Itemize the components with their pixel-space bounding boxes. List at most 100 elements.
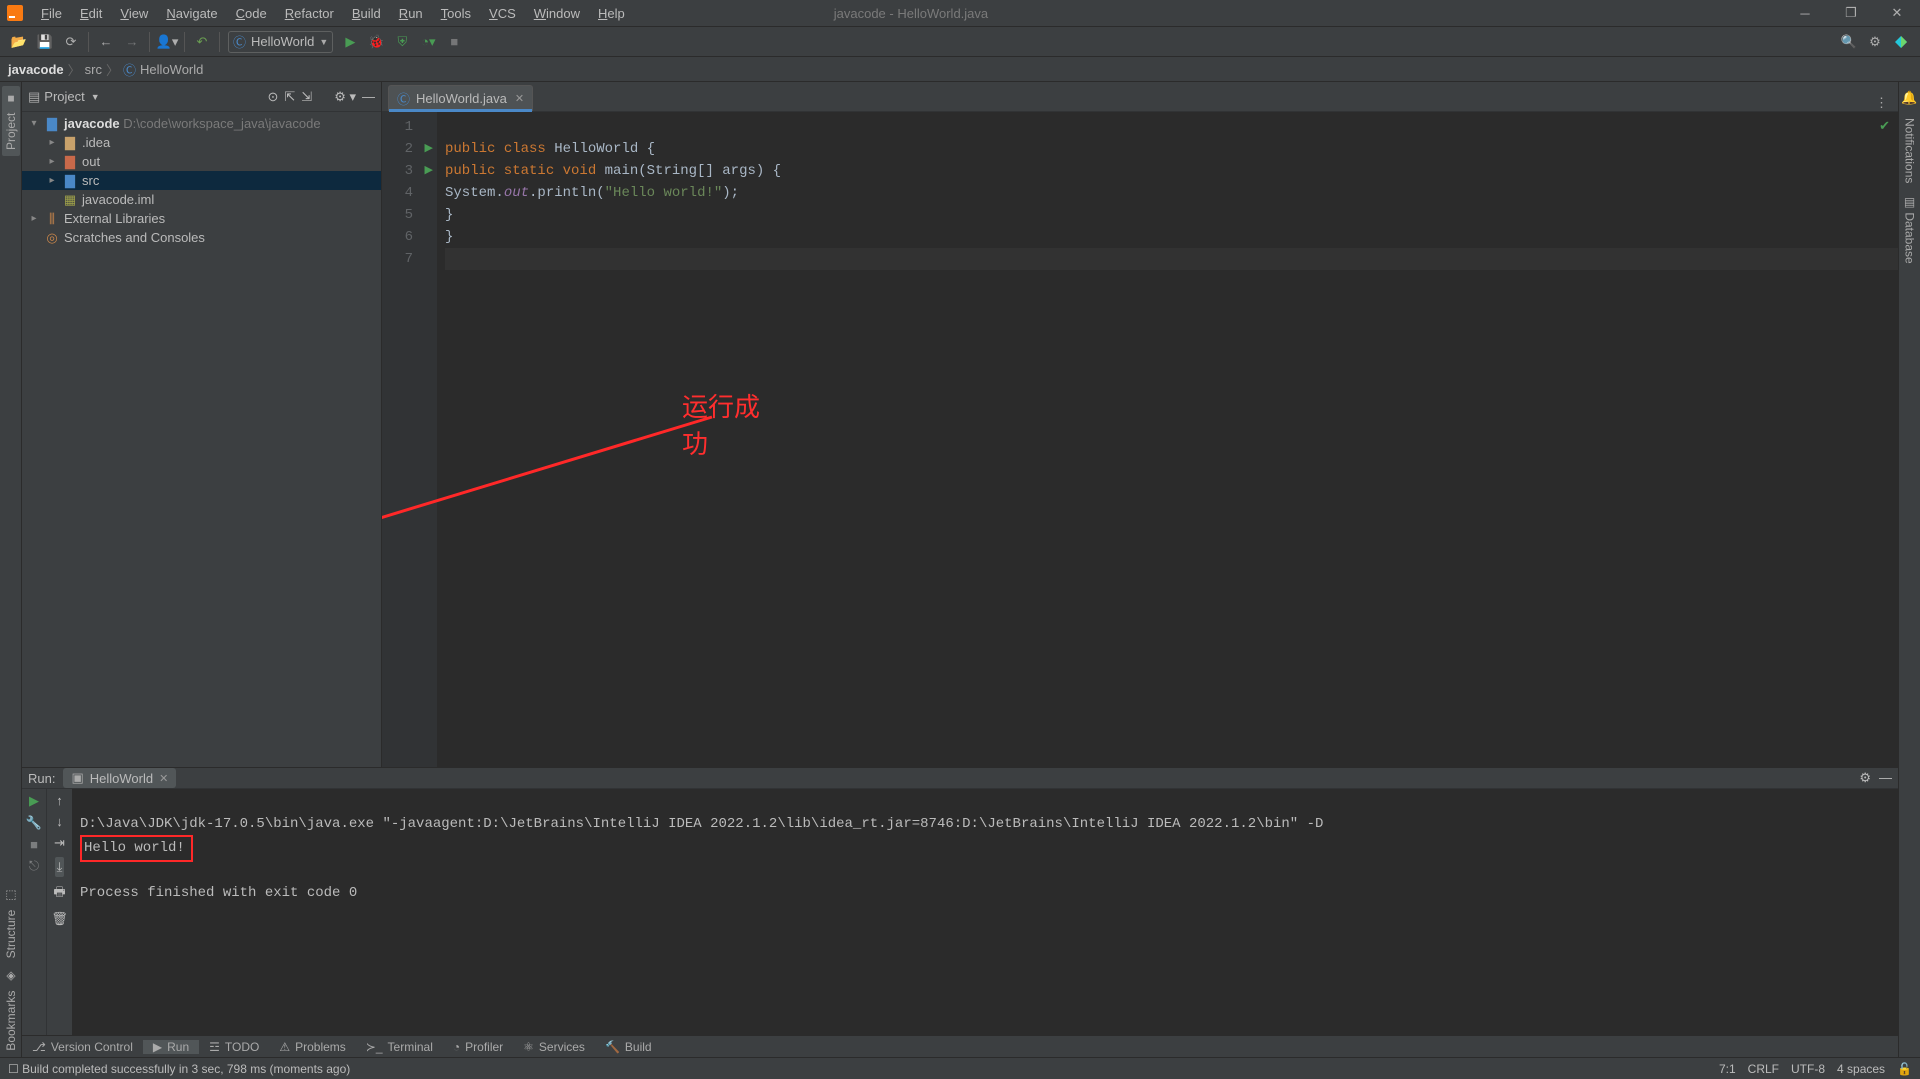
menu-vcs[interactable]: VCS bbox=[480, 3, 525, 24]
refresh-icon[interactable]: ⟳ bbox=[59, 30, 83, 54]
stop-icon[interactable]: ■ bbox=[442, 30, 466, 54]
open-icon[interactable]: 📂 bbox=[7, 30, 31, 54]
undo-icon[interactable]: ↶ bbox=[190, 30, 214, 54]
menu-edit[interactable]: Edit bbox=[71, 3, 111, 24]
editor-gutter[interactable]: 1▶2▶34567 bbox=[382, 112, 437, 767]
menu-help[interactable]: Help bbox=[589, 3, 634, 24]
menu-tools[interactable]: Tools bbox=[432, 3, 480, 24]
soft-wrap-icon[interactable]: ⇥ bbox=[54, 835, 65, 851]
menu-run[interactable]: Run bbox=[390, 3, 432, 24]
build-status-icon: ☐ bbox=[8, 1062, 19, 1076]
menu-view[interactable]: View bbox=[111, 3, 157, 24]
expand-all-icon[interactable]: ⇱ bbox=[284, 89, 295, 105]
search-icon[interactable]: 🔍 bbox=[1837, 30, 1861, 54]
branch-icon: ⎇ bbox=[32, 1040, 46, 1054]
down-icon[interactable]: ↓ bbox=[56, 814, 63, 829]
bookmarks-tool-tab[interactable]: Bookmarks ◈ bbox=[2, 964, 20, 1057]
menu-file[interactable]: File bbox=[32, 3, 71, 24]
forward-icon[interactable]: → bbox=[120, 30, 144, 54]
panel-settings-icon[interactable]: ⚙ bbox=[1859, 770, 1871, 786]
settings-icon[interactable]: ⚙ bbox=[1863, 30, 1887, 54]
breadcrumb-root[interactable]: javacode bbox=[8, 62, 64, 77]
close-tab-icon[interactable]: ✕ bbox=[515, 92, 524, 105]
run-console-output[interactable]: D:\Java\JDK\jdk-17.0.5\bin\java.exe "-ja… bbox=[72, 789, 1898, 1079]
exit-icon[interactable]: ⎋ bbox=[29, 858, 39, 874]
editor-area: Ⓒ HelloWorld.java ✕ ⋮ 1▶2▶34567 public c… bbox=[382, 82, 1898, 767]
profile-icon[interactable]: ◔▾ bbox=[416, 30, 440, 54]
project-tool-tab[interactable]: Project ■ bbox=[2, 86, 20, 156]
project-tool-panel: ▤ Project ▼ ⊙ ⇱ ⇲ ⚙ ▾ — ▾▇ javac bbox=[22, 82, 382, 767]
indent-setting[interactable]: 4 spaces bbox=[1837, 1062, 1885, 1076]
rerun-icon[interactable]: ▶ bbox=[29, 793, 39, 809]
run-icon[interactable]: ▶ bbox=[338, 30, 362, 54]
menu-code[interactable]: Code bbox=[227, 3, 276, 24]
class-icon: Ⓒ bbox=[233, 32, 246, 51]
run-panel-title: Run: bbox=[28, 771, 55, 786]
back-icon[interactable]: ← bbox=[94, 30, 118, 54]
menu-refactor[interactable]: Refactor bbox=[276, 3, 343, 24]
minimize-button[interactable]: ─ bbox=[1782, 0, 1828, 26]
up-icon[interactable]: ↑ bbox=[56, 793, 63, 808]
tree-external-libs[interactable]: ▸⫼External Libraries bbox=[22, 209, 381, 228]
run-config-label: HelloWorld bbox=[251, 34, 314, 49]
scroll-end-icon[interactable]: ⤓ bbox=[55, 857, 65, 877]
menu-window[interactable]: Window bbox=[525, 3, 589, 24]
line-separator[interactable]: CRLF bbox=[1748, 1062, 1779, 1076]
readonly-icon[interactable]: 🔓 bbox=[1897, 1062, 1912, 1076]
status-message: Build completed successfully in 3 sec, 7… bbox=[22, 1062, 350, 1076]
run-config-combo[interactable]: Ⓒ HelloWorld ▼ bbox=[228, 31, 333, 53]
tree-folder-src[interactable]: ▸▇src bbox=[22, 171, 381, 190]
panel-settings-icon[interactable]: ⚙ ▾ bbox=[334, 89, 356, 105]
breadcrumb-file[interactable]: HelloWorld bbox=[140, 62, 203, 77]
breadcrumb-src[interactable]: src bbox=[85, 62, 102, 77]
tree-scratches[interactable]: ◎Scratches and Consoles bbox=[22, 228, 381, 247]
stop-icon[interactable]: ■ bbox=[30, 837, 38, 852]
right-tool-strip: 🔔 Notifications ▤ Database bbox=[1898, 82, 1920, 1057]
tree-root[interactable]: ▾▇ javacode D:\code\workspace_java\javac… bbox=[22, 114, 381, 133]
tree-folder-out[interactable]: ▸▇out bbox=[22, 152, 381, 171]
run-tab[interactable]: ▣ HelloWorld ✕ bbox=[63, 768, 176, 788]
print-icon[interactable]: 🖶 bbox=[53, 883, 65, 905]
highlight-box: Hello world! bbox=[80, 835, 193, 862]
file-encoding[interactable]: UTF-8 bbox=[1791, 1062, 1825, 1076]
debug-icon[interactable]: 🐞 bbox=[364, 30, 388, 54]
project-panel-header: ▤ Project ▼ ⊙ ⇱ ⇲ ⚙ ▾ — bbox=[22, 82, 381, 112]
close-tab-icon[interactable]: ✕ bbox=[159, 772, 168, 785]
menu-navigate[interactable]: Navigate bbox=[157, 3, 226, 24]
select-opened-icon[interactable]: ⊙ bbox=[267, 89, 278, 105]
editor-tab[interactable]: Ⓒ HelloWorld.java ✕ bbox=[388, 85, 533, 111]
close-button[interactable]: ✕ bbox=[1874, 0, 1920, 26]
run-tab-label: HelloWorld bbox=[90, 771, 153, 786]
collapse-all-icon[interactable]: ⇲ bbox=[301, 89, 312, 105]
tree-folder-idea[interactable]: ▸▇.idea bbox=[22, 133, 381, 152]
coverage-icon[interactable]: ⛨ bbox=[390, 30, 414, 54]
tab-options-icon[interactable]: ⋮ bbox=[1865, 95, 1898, 111]
breadcrumb: javacode 〉 src 〉 Ⓒ HelloWorld bbox=[0, 57, 1920, 82]
menu-build[interactable]: Build bbox=[343, 3, 390, 24]
project-tree[interactable]: ▾▇ javacode D:\code\workspace_java\javac… bbox=[22, 112, 381, 767]
clear-icon[interactable]: 🗑 bbox=[51, 911, 68, 927]
chevron-down-icon[interactable]: ▼ bbox=[91, 92, 100, 102]
save-icon[interactable]: 💾 bbox=[33, 30, 57, 54]
tree-file-iml[interactable]: ▦javacode.iml bbox=[22, 190, 381, 209]
analysis-ok-icon: ✔ bbox=[1879, 118, 1890, 134]
notifications-icon[interactable]: 🔔 bbox=[1901, 90, 1917, 106]
user-icon[interactable]: 👤▾ bbox=[155, 30, 179, 54]
codewithme-icon[interactable] bbox=[1889, 30, 1913, 54]
code-editor[interactable]: public class HelloWorld { public static … bbox=[437, 112, 1898, 767]
hide-panel-icon[interactable]: — bbox=[1879, 770, 1892, 786]
class-icon: Ⓒ bbox=[123, 60, 136, 79]
class-icon: Ⓒ bbox=[397, 89, 410, 108]
project-icon: ▤ bbox=[28, 89, 40, 105]
wrench-icon[interactable]: 🔧 bbox=[26, 815, 42, 831]
title-bar: FileEditViewNavigateCodeRefactorBuildRun… bbox=[0, 0, 1920, 27]
app-icon: ▣ bbox=[71, 770, 83, 786]
editor-tab-label: HelloWorld.java bbox=[416, 91, 507, 106]
hide-panel-icon[interactable]: — bbox=[362, 89, 375, 105]
structure-tool-tab[interactable]: Structure ⬚ bbox=[2, 883, 20, 964]
maximize-button[interactable]: ❐ bbox=[1828, 0, 1874, 26]
caret-position[interactable]: 7:1 bbox=[1719, 1062, 1736, 1076]
notifications-tool-tab[interactable]: Notifications bbox=[1901, 112, 1919, 189]
left-tool-strip: Project ■ Structure ⬚ Bookmarks ◈ bbox=[0, 82, 22, 1057]
database-tool-tab[interactable]: ▤ Database bbox=[1901, 189, 1919, 270]
